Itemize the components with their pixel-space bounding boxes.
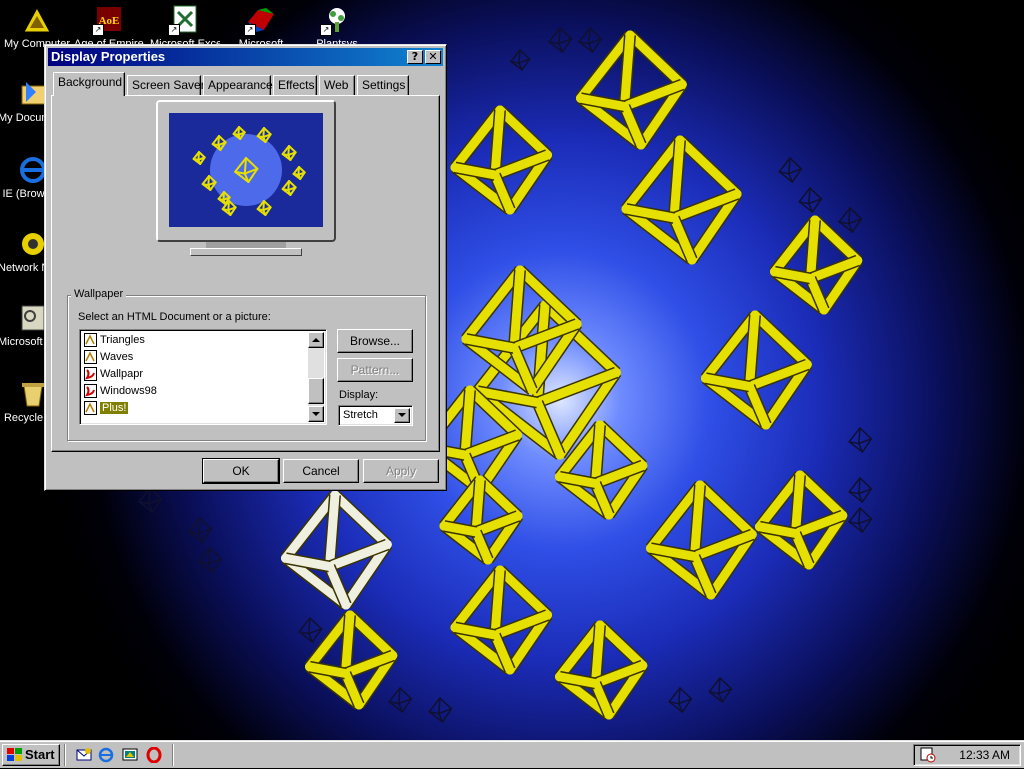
quick-launch-opera[interactable] xyxy=(146,746,162,764)
browse-button[interactable]: Browse... xyxy=(337,329,413,353)
taskbar-separator xyxy=(172,744,174,766)
windows-logo-icon xyxy=(7,748,22,761)
list-item[interactable]: Triangles xyxy=(82,332,310,349)
bitmap-file-icon xyxy=(84,401,97,415)
scroll-up-button[interactable] xyxy=(308,332,324,348)
help-button[interactable]: ? xyxy=(407,50,423,64)
age-of-empires-icon: AoE ↗ xyxy=(92,4,126,36)
wallpaper-preview-image xyxy=(169,113,323,227)
shortcut-arrow-icon: ↗ xyxy=(168,24,180,36)
arrow-up-icon xyxy=(312,338,320,342)
tray-scheduler[interactable] xyxy=(920,747,936,763)
wallpaper-group-label: Wallpaper xyxy=(71,288,127,300)
title-bar[interactable]: Display Properties ? ✕ xyxy=(48,48,443,66)
opera-icon xyxy=(146,746,162,764)
display-select[interactable]: Stretch xyxy=(338,405,413,426)
tab-background[interactable]: Background xyxy=(53,72,125,96)
dialog-title: Display Properties xyxy=(51,49,166,64)
taskbar-separator xyxy=(64,744,66,766)
scroll-thumb[interactable] xyxy=(308,378,324,404)
pattern-button[interactable]: Pattern... xyxy=(337,358,413,382)
bitmap-file-icon xyxy=(84,333,97,347)
list-item-selected[interactable]: Plus! xyxy=(82,400,310,417)
shortcut-arrow-icon: ↗ xyxy=(92,24,104,36)
cancel-button[interactable]: Cancel xyxy=(283,459,359,483)
dropdown-button[interactable] xyxy=(394,408,410,423)
close-button[interactable]: ✕ xyxy=(425,50,441,64)
tab-appearance[interactable]: Appearance xyxy=(203,75,273,95)
list-item[interactable]: Wallpapr xyxy=(82,366,310,383)
start-label: Start xyxy=(25,747,55,762)
list-scrollbar[interactable] xyxy=(308,332,324,422)
html-file-icon xyxy=(84,367,97,381)
taskbar: Start 12:33 AM xyxy=(0,740,1024,768)
wallpaper-list[interactable]: Triangles Waves Wallpapr Windows98 Plus! xyxy=(79,329,327,425)
shortcut-arrow-icon: ↗ xyxy=(244,24,256,36)
shortcut-arrow-icon: ↗ xyxy=(320,24,332,36)
html-file-icon xyxy=(84,384,97,398)
tab-effects[interactable]: Effects xyxy=(273,75,317,95)
select-picture-label: Select an HTML Document or a picture: xyxy=(78,311,271,323)
internet-explorer-icon xyxy=(98,747,114,763)
show-desktop-icon xyxy=(122,748,138,761)
scroll-down-button[interactable] xyxy=(308,406,324,422)
chevron-down-icon xyxy=(398,413,406,417)
my-computer-icon xyxy=(20,4,54,36)
display-select-value: Stretch xyxy=(343,409,378,421)
display-label: Display: xyxy=(339,389,379,401)
task-scheduler-icon xyxy=(920,747,936,763)
tab-web[interactable]: Web xyxy=(319,75,355,95)
list-item[interactable]: Waves xyxy=(82,349,310,366)
quick-launch-outlook-express[interactable] xyxy=(76,747,92,763)
tab-settings[interactable]: Settings xyxy=(357,75,409,95)
apply-button[interactable]: Apply xyxy=(363,459,439,483)
plant-icon: ↗ xyxy=(320,4,354,36)
list-item[interactable]: Windows98 xyxy=(82,383,310,400)
tab-screen-saver[interactable]: Screen Saver xyxy=(127,75,205,95)
microsoft-icon: ↗ xyxy=(244,4,278,36)
bitmap-file-icon xyxy=(84,350,97,364)
monitor-preview xyxy=(154,100,338,256)
quick-launch-ie[interactable] xyxy=(98,747,114,763)
arrow-down-icon xyxy=(312,412,320,416)
outlook-express-icon xyxy=(76,748,92,761)
excel-icon: ↗ xyxy=(168,4,202,36)
clock[interactable]: 12:33 AM xyxy=(959,745,1010,765)
quick-launch-show-desktop[interactable] xyxy=(122,747,138,763)
start-button[interactable]: Start xyxy=(2,744,60,766)
ok-button[interactable]: OK xyxy=(202,458,280,484)
display-properties-dialog[interactable]: Display Properties ? ✕ Background Screen… xyxy=(44,44,447,491)
system-tray: 12:33 AM xyxy=(913,744,1021,766)
